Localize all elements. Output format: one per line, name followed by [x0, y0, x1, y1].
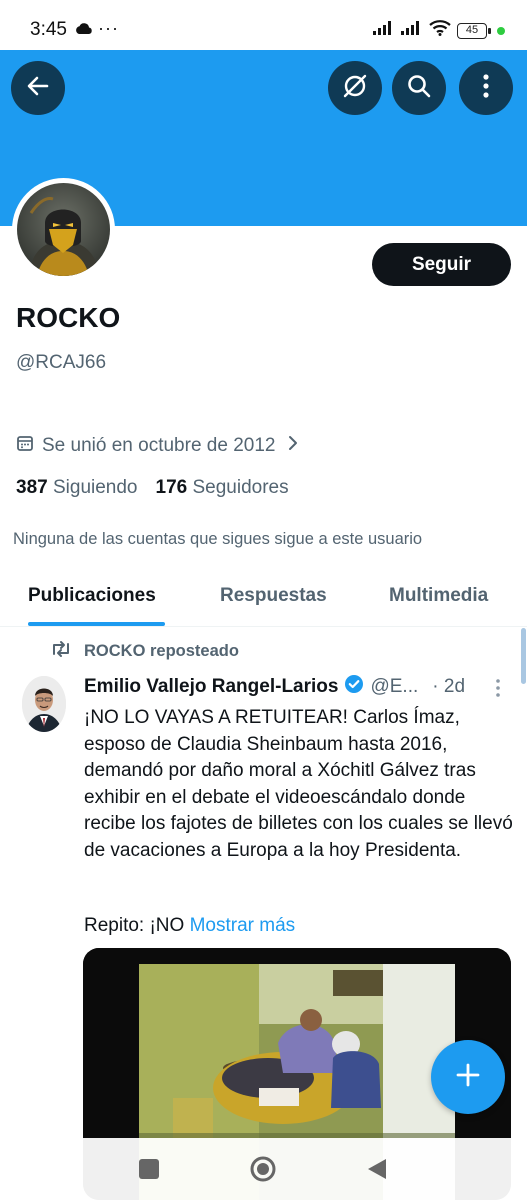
following-count: 387	[16, 477, 48, 498]
grok-button[interactable]	[328, 61, 382, 115]
tweet-timestamp[interactable]: · 2d	[432, 676, 465, 698]
more-vertical-icon	[482, 73, 490, 104]
profile-tabs: Publicaciones Respuestas Multimedia	[0, 568, 527, 627]
status-bar: 3:45 ··· 45	[0, 0, 527, 50]
search-icon	[406, 73, 432, 104]
following-link[interactable]: 387 Siguiendo	[16, 477, 138, 498]
grok-icon	[341, 72, 369, 105]
system-navigation-bar	[0, 1138, 527, 1200]
back-button[interactable]	[11, 61, 65, 115]
privacy-indicator	[497, 26, 505, 35]
mutual-followers-note: Ninguna de las cuentas que sigues sigue …	[13, 530, 423, 548]
profile-avatar[interactable]	[12, 178, 115, 281]
following-label: Siguiendo	[52, 477, 138, 498]
circle-icon[interactable]	[249, 1155, 277, 1188]
chevron-right-icon	[287, 435, 299, 457]
status-time: 3:45	[30, 19, 67, 40]
repost-indicator: ROCKO reposteado	[50, 640, 239, 663]
show-more-link[interactable]: Mostrar más	[190, 915, 296, 936]
arrow-left-icon	[25, 73, 51, 104]
follow-stats: 387 Siguiendo 176 Seguidores	[16, 477, 289, 499]
joined-date: Se unió en octubre de 2012	[42, 435, 276, 456]
calendar-icon	[16, 434, 34, 458]
battery-icon: 45	[457, 22, 491, 39]
profile-handle: @RCAJ66	[16, 352, 107, 373]
tab-multimedia[interactable]: Multimedia	[389, 585, 488, 607]
repost-icon	[50, 640, 72, 663]
tab-respuestas[interactable]: Respuestas	[220, 585, 327, 607]
cloud-icon	[75, 22, 93, 40]
tab-publicaciones[interactable]: Publicaciones	[28, 585, 156, 607]
tweet-text: ¡NO LO VAYAS A RETUITEAR! Carlos Ímaz, e…	[84, 707, 513, 861]
avatar-image	[17, 183, 110, 276]
status-indicators: 45	[373, 20, 505, 41]
tweet-author-name[interactable]: Emilio Vallejo Rangel-Larios	[84, 676, 338, 698]
search-button[interactable]	[392, 61, 446, 115]
scrollbar-thumb[interactable]	[521, 628, 526, 684]
triangle-back-icon[interactable]	[366, 1157, 388, 1186]
compose-button[interactable]	[431, 1040, 505, 1114]
status-dots: ···	[98, 18, 119, 38]
profile-name: ROCKO	[16, 302, 121, 333]
signal-icon	[373, 21, 395, 40]
wifi-icon	[429, 20, 451, 41]
tweet-text-tail: Repito: ¡NO	[84, 915, 190, 936]
tweet-text-continuation: Repito: ¡NO Mostrar más	[84, 915, 295, 937]
tweet-author-avatar[interactable]	[22, 676, 66, 732]
more-options-button[interactable]	[459, 61, 513, 115]
square-icon[interactable]	[138, 1158, 160, 1185]
joined-date-row[interactable]: Se unió en octubre de 2012	[16, 434, 299, 458]
active-tab-indicator	[28, 622, 165, 626]
more-vertical-icon[interactable]	[494, 678, 502, 703]
plus-icon	[455, 1062, 481, 1093]
tweet-author-handle[interactable]: @E...	[370, 676, 418, 698]
followers-count: 176	[155, 477, 188, 498]
repost-label: ROCKO reposteado	[84, 642, 239, 660]
followers-link[interactable]: 176 Seguidores	[156, 477, 289, 498]
tweet-header: Emilio Vallejo Rangel-Larios @E... · 2d	[84, 674, 465, 700]
follow-button[interactable]: Seguir	[372, 243, 511, 286]
followers-label: Seguidores	[192, 477, 289, 498]
signal-icon	[401, 21, 423, 40]
verified-badge-icon	[344, 674, 364, 700]
